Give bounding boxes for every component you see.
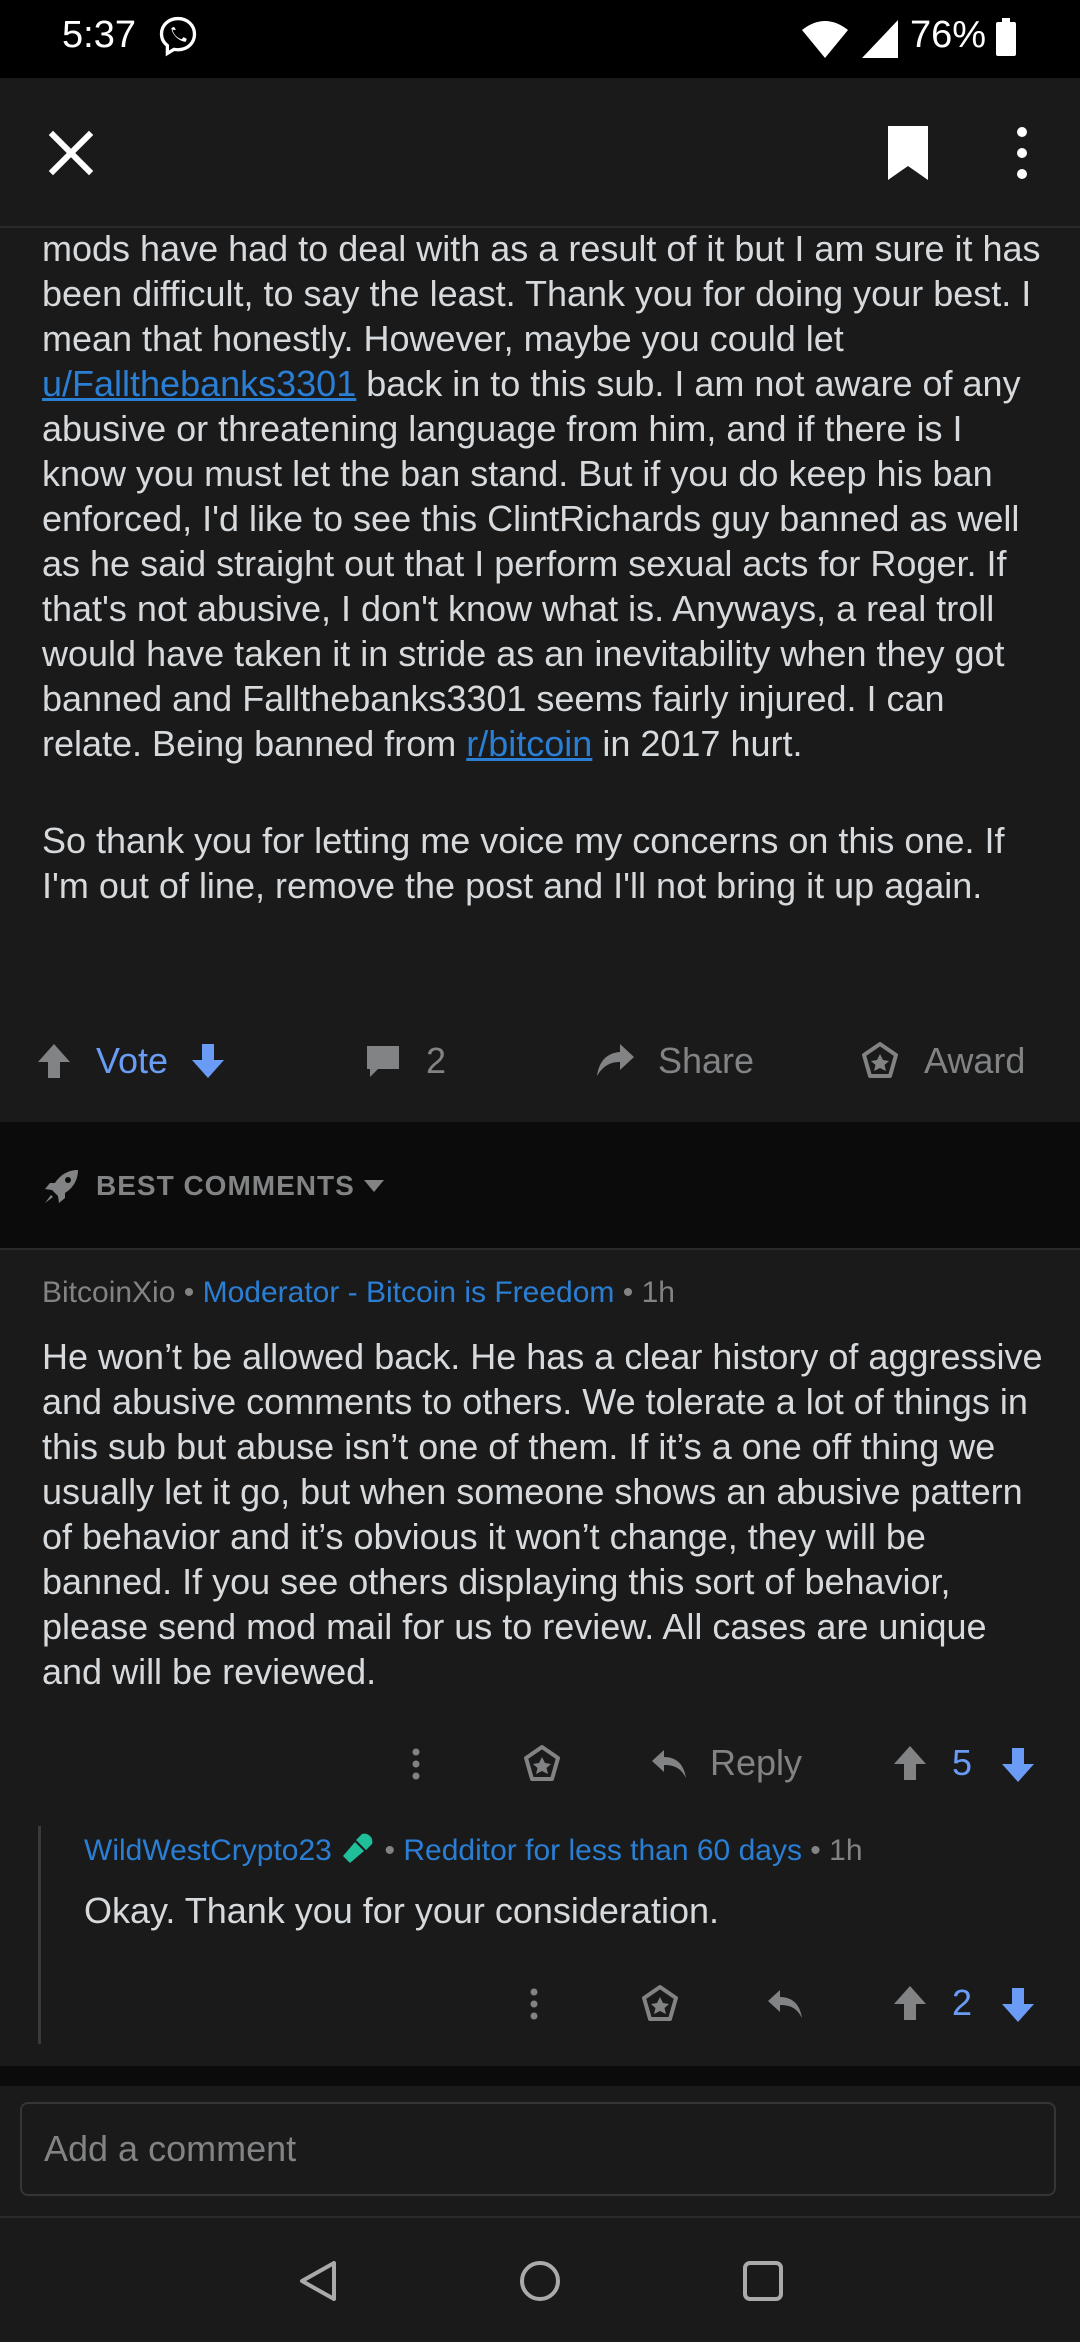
user-link[interactable]: u/Fallthebanks3301	[42, 363, 356, 404]
status-time: 5:37	[62, 14, 136, 56]
reply-icon[interactable]	[766, 1986, 804, 2022]
award-button[interactable]: Award	[860, 1040, 1025, 1082]
comments-button[interactable]: 2	[364, 1040, 446, 1082]
rocket-icon	[45, 1170, 78, 1203]
comment-body: Okay. Thank you for your consideration.	[84, 1890, 719, 1931]
user-flair: Moderator - Bitcoin is Freedom	[202, 1276, 615, 1309]
comment-age: 1h	[641, 1276, 675, 1309]
upvote-icon[interactable]	[36, 1042, 72, 1080]
upvote-icon[interactable]	[892, 1744, 928, 1782]
downvote-icon[interactable]	[190, 1042, 226, 1080]
share-icon	[597, 1044, 634, 1076]
post-action-bar: Vote 2 Share Award	[0, 1020, 1080, 1100]
reply-button[interactable]: Reply	[710, 1742, 802, 1784]
user-flair: Redditor for less than 60 days	[403, 1834, 802, 1867]
post-body: mods have had to deal with as a result o…	[42, 226, 1052, 908]
comment-author[interactable]: BitcoinXio	[42, 1276, 175, 1309]
chevron-down-icon	[364, 1180, 384, 1192]
post-paragraph: So thank you for letting me voice my con…	[42, 820, 1005, 906]
sort-label: BEST COMMENTS	[96, 1170, 355, 1201]
comment-meta: WildWestCrypto23 • Redditor for less tha…	[84, 1830, 863, 1868]
bookmark-icon[interactable]	[884, 124, 932, 182]
share-button[interactable]: Share	[594, 1040, 754, 1082]
more-icon[interactable]	[404, 1746, 428, 1782]
post-top-bar	[0, 78, 1080, 228]
subreddit-link[interactable]: r/bitcoin	[466, 723, 592, 764]
signal-icon	[862, 20, 898, 58]
award-icon[interactable]	[522, 1744, 562, 1784]
award-icon	[862, 1042, 898, 1078]
add-comment-input[interactable]	[22, 2104, 1054, 2194]
comment-body: He won’t be allowed back. He has a clear…	[42, 1336, 1043, 1692]
comment-score: 2	[952, 1982, 973, 2023]
viber-icon	[159, 16, 197, 57]
close-icon[interactable]	[48, 130, 94, 176]
recents-icon[interactable]	[740, 2258, 786, 2304]
comment-age: 1h	[829, 1834, 863, 1867]
vote-label: Vote	[96, 1040, 169, 1081]
upvote-icon[interactable]	[892, 1984, 928, 2022]
reply-icon[interactable]	[650, 1746, 688, 1782]
battery-icon	[996, 18, 1016, 56]
divider	[0, 1248, 1080, 1250]
comment-author[interactable]: WildWestCrypto23	[84, 1834, 332, 1867]
comment-icon	[367, 1046, 399, 1077]
vote-control: Vote	[36, 1040, 226, 1082]
section-gap	[0, 2066, 1080, 2086]
thread-line[interactable]	[38, 1826, 41, 2044]
back-icon[interactable]	[296, 2258, 342, 2304]
battery-percent: 76%	[910, 14, 987, 56]
share-label: Share	[658, 1040, 755, 1081]
system-nav-bar	[0, 2216, 1080, 2342]
award-icon[interactable]	[640, 1984, 680, 2024]
downvote-icon[interactable]	[1000, 1746, 1036, 1784]
wifi-icon	[802, 21, 848, 58]
award-label: Award	[924, 1040, 1026, 1081]
comment-score: 5	[952, 1742, 973, 1783]
comment-count: 2	[426, 1040, 447, 1081]
microphone-icon	[343, 1833, 373, 1863]
downvote-icon[interactable]	[1000, 1986, 1036, 2024]
more-icon[interactable]	[522, 1986, 546, 2022]
more-vert-icon[interactable]	[1010, 124, 1034, 182]
add-comment-box[interactable]	[20, 2102, 1056, 2196]
post-paragraph: mods have had to deal with as a result o…	[42, 228, 1041, 764]
comment-meta: BitcoinXio • Moderator - Bitcoin is Free…	[42, 1276, 675, 1309]
status-bar: 5:37 76%	[0, 0, 1080, 78]
home-icon[interactable]	[517, 2258, 563, 2304]
